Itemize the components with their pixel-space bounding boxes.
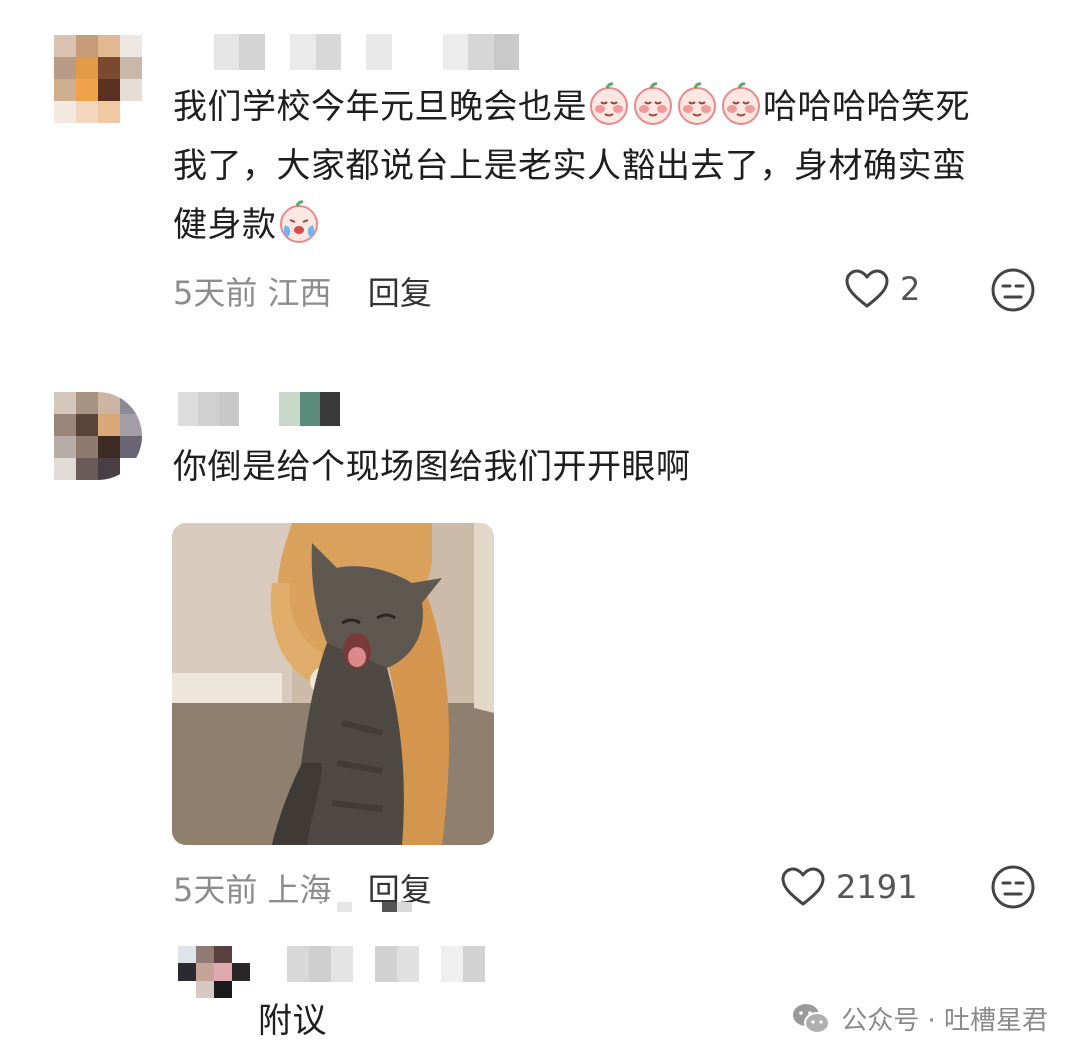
- username-blurred[interactable]: [178, 392, 340, 426]
- heart-outline-icon: [781, 867, 825, 906]
- comment-meta: 5天前 江西 回复: [173, 268, 432, 314]
- reply-button[interactable]: 回复: [368, 274, 432, 312]
- username-blurred[interactable]: [214, 34, 519, 70]
- comment-text-line: 健身款: [173, 205, 277, 245]
- comment-time: 5天前: [173, 274, 258, 312]
- comment-text-line: 哈哈哈哈笑死: [763, 87, 970, 127]
- shy-peach-emoji-icon: [590, 82, 628, 125]
- comment-text: 你倒是给个现场图给我们开开眼啊: [173, 447, 691, 487]
- like-count: 2: [900, 270, 921, 308]
- avatar[interactable]: [178, 946, 250, 998]
- comment-location: 江西: [267, 274, 332, 312]
- shy-peach-emoji-icon: [634, 82, 672, 125]
- like-count: 2191: [836, 868, 918, 906]
- watermark: 公众号 · 吐槽星君: [791, 1000, 1048, 1037]
- crying-peach-emoji-icon: [279, 200, 318, 243]
- shy-peach-emoji-icon: [678, 82, 716, 125]
- like-button[interactable]: 2: [844, 268, 920, 310]
- heart-outline-icon: [845, 269, 889, 308]
- avatar[interactable]: [54, 35, 142, 123]
- username-blurred[interactable]: [287, 946, 485, 982]
- comment-time: 5天前: [173, 871, 258, 909]
- shy-peach-emoji-icon: [722, 82, 760, 125]
- wechat-icon: [793, 1003, 831, 1034]
- blur-artifact: [322, 902, 412, 912]
- avatar[interactable]: [54, 392, 142, 480]
- like-button[interactable]: 2191: [780, 866, 917, 908]
- comment-text: 附议: [258, 1001, 327, 1041]
- comment-text: 我们学校今年元旦晚会也是 哈哈哈哈笑死 我了，大家都说台上是老实人豁出去了，身材确…: [173, 78, 1053, 255]
- comment-text-line: 我了，大家都说台上是老实人豁出去了，身材确实蛮: [173, 146, 967, 186]
- comment-image[interactable]: [172, 523, 494, 845]
- cat-hug-photo: [172, 523, 494, 845]
- meh-face-icon[interactable]: [990, 864, 1036, 910]
- comment-text-line: 我们学校今年元旦晚会也是: [173, 87, 587, 127]
- watermark-text: 公众号 · 吐槽星君: [841, 1006, 1048, 1036]
- meh-face-icon[interactable]: [990, 267, 1036, 313]
